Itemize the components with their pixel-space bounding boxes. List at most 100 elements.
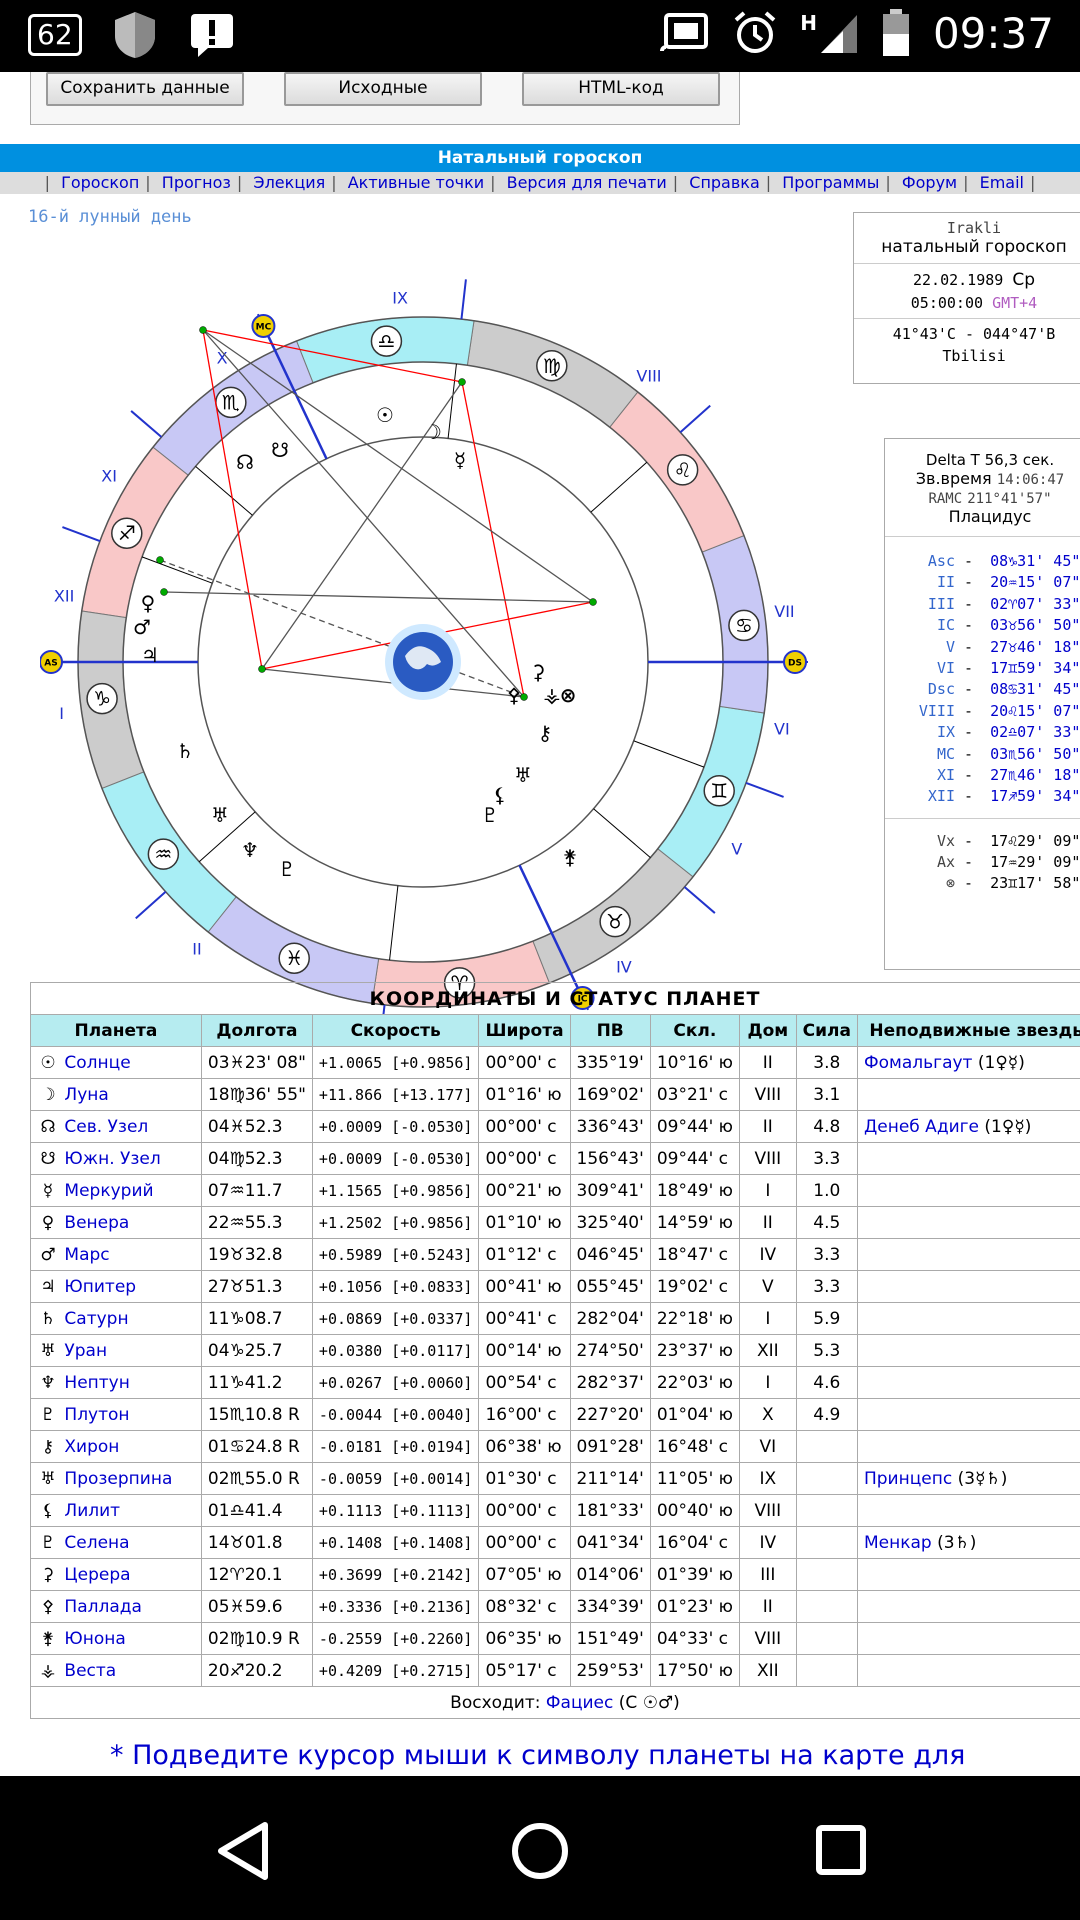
planet-name-link[interactable]: Лилит [64,1501,120,1521]
cusp-value: 27♉46' 18" [990,637,1080,656]
menu-print-version[interactable]: Версия для печати [507,173,667,192]
power-cell: 3.3 [795,1238,858,1271]
fixed-star-note: (3♄) [937,1532,977,1553]
planet-name-link[interactable]: Венера [64,1213,129,1233]
planet-glyph-icon[interactable]: ☉ [376,403,394,427]
declination-cell: 04°33' с [649,1622,740,1655]
planet-cell: ♅ Уран [30,1334,202,1367]
planet-glyph-icon[interactable]: ☋ [271,438,289,462]
house-numeral: VI [774,720,790,739]
table-header: Планета Долгота Скорость Широта ПВ Скл. Дом Сил… [30,1014,1080,1047]
planet-glyph-icon[interactable]: ⊗ [560,683,577,707]
speed-cell: +0.1408 [+0.1408] [311,1526,480,1559]
planet-name-link[interactable]: Луна [64,1085,108,1105]
source-button[interactable]: Исходные [284,72,482,106]
column-header: ПВ [569,1014,651,1047]
planet-glyph-icon[interactable]: ♇ [278,857,296,881]
planet-glyph-icon[interactable]: ♃ [141,643,159,667]
planet-name-link[interactable]: Нептун [64,1373,129,1393]
planet-glyph-icon[interactable]: ⚴ [507,683,522,707]
natal-chart-wheel[interactable]: ♈♉♊♋♌♍♎♏♐♑♒♓IIIIIIIVVVIVIIVIIIIXXXIXIIAS… [40,222,820,1022]
planet-name-link[interactable]: Сев. Узел [64,1117,148,1137]
planet-glyph-icon[interactable]: ♄ [176,739,194,763]
speed-cell: +0.0267 [+0.0060] [311,1366,480,1399]
planet-name-link[interactable]: Меркурий [64,1181,153,1201]
planet-glyph-icon[interactable]: ♂ [133,615,151,639]
planet-glyph-icon: ♀ [41,1212,55,1233]
html-code-button[interactable]: HTML-код [522,72,720,106]
ascendant-link[interactable]: Фациес [546,1693,613,1713]
planet-glyph-icon[interactable]: ♅ [514,763,532,787]
longitude-cell: 18♍36' 55" [200,1078,313,1111]
fixed-star-link[interactable]: Менкар [864,1533,932,1553]
planet-name-link[interactable]: Уран [64,1341,107,1361]
cusp-value: 08♑31' 45" [990,552,1080,570]
cusp-value: 17♊59' 34" [990,658,1080,677]
planet-cell: ♂ Марс [30,1238,202,1271]
planet-name-link[interactable]: Хирон [64,1437,119,1457]
battery-icon [882,9,909,56]
back-button[interactable] [215,1821,270,1881]
planet-name-link[interactable]: Паллада [64,1597,142,1617]
house-cusp-row: VIII - 20♌15' 07" [885,701,1080,722]
planet-glyph-icon[interactable]: ⚷ [538,721,553,745]
point-name: Vx [936,831,955,850]
fixed-star-link[interactable]: Денеб Адиге [864,1117,979,1137]
planet-glyph-icon[interactable]: ⚳ [531,660,546,684]
planet-name-link[interactable]: Марс [64,1245,109,1265]
planet-cell: ♀ Венера [30,1206,202,1239]
planet-glyph-icon[interactable]: ⚶ [544,683,561,707]
house-cell: VIII [738,1622,797,1655]
longitude-cell: 20♐20.2 [200,1654,313,1687]
planet-glyph-icon[interactable]: ☽ [424,420,442,444]
menu-programs[interactable]: Программы [782,173,879,192]
planet-name-link[interactable]: Юнона [64,1629,125,1649]
power-cell: 3.8 [795,1046,858,1079]
planet-glyph-icon[interactable]: ♀ [141,591,156,615]
save-data-button[interactable]: Сохранить данные [46,72,244,106]
table-row: ⚸ Лилит 01♎41.4 +0.1113 [+0.1113] 00°00' с1… [30,1494,1080,1527]
declination-cell: 18°49' ю [649,1174,740,1207]
planet-name-link[interactable]: Церера [64,1565,130,1585]
house-cusp-tick [683,886,716,914]
fixed-star-link[interactable]: Фомальгаут [864,1053,972,1073]
planet-name-link[interactable]: Южн. Узел [64,1149,160,1169]
planet-name-link[interactable]: Плутон [64,1405,129,1425]
planet-cell: ♇ Селена [30,1526,202,1559]
zodiac-sign-icon: ♍ [543,354,561,378]
fixed-star-cell [856,1430,1080,1463]
recents-button[interactable] [815,1824,867,1876]
menu-active-points[interactable]: Активные точки [348,173,484,192]
house-cell: X [738,1398,797,1431]
menu-help[interactable]: Справка [689,173,760,192]
menu-email[interactable]: Email [980,173,1024,192]
planet-glyph-icon: ⚴ [41,1596,55,1617]
home-button[interactable] [510,1821,570,1881]
planet-glyph-icon[interactable]: ♇ [481,803,499,827]
house-cell: I [738,1302,797,1335]
planet-name-link[interactable]: Прозерпина [64,1469,172,1489]
longitude-cell: 07♒11.7 [200,1174,313,1207]
planet-glyph-icon[interactable]: ☿ [454,448,466,472]
menu-forecast[interactable]: Прогноз [162,173,231,192]
menu-election[interactable]: Элекция [253,173,325,192]
declination-cell: 10°16' ю [649,1046,740,1079]
fixed-star-link[interactable]: Принцепс [864,1469,952,1489]
pv-cell: 282°37' [569,1366,651,1399]
planet-name-link[interactable]: Веста [64,1661,116,1681]
planet-glyph-icon[interactable]: ♅ [211,803,229,827]
declination-cell: 09°44' с [649,1142,740,1175]
longitude-cell: 04♍52.3 [200,1142,313,1175]
planet-glyph-icon[interactable]: ⚵ [563,845,578,869]
planet-name-link[interactable]: Сатурн [64,1309,128,1329]
planet-name-link[interactable]: Селена [64,1533,129,1553]
cusp-value: 20♌15' 07" [990,701,1080,720]
planet-glyph-icon[interactable]: ♆ [241,838,259,862]
planet-name-link[interactable]: Юпитер [64,1277,136,1297]
house-cell: IV [738,1238,797,1271]
point-value: 17♌29' 09" [990,831,1080,850]
menu-horoscope[interactable]: Гороскоп [61,173,139,192]
planet-name-link[interactable]: Солнце [64,1053,130,1073]
menu-forum[interactable]: Форум [902,173,957,192]
planet-glyph-icon[interactable]: ☊ [236,450,254,474]
